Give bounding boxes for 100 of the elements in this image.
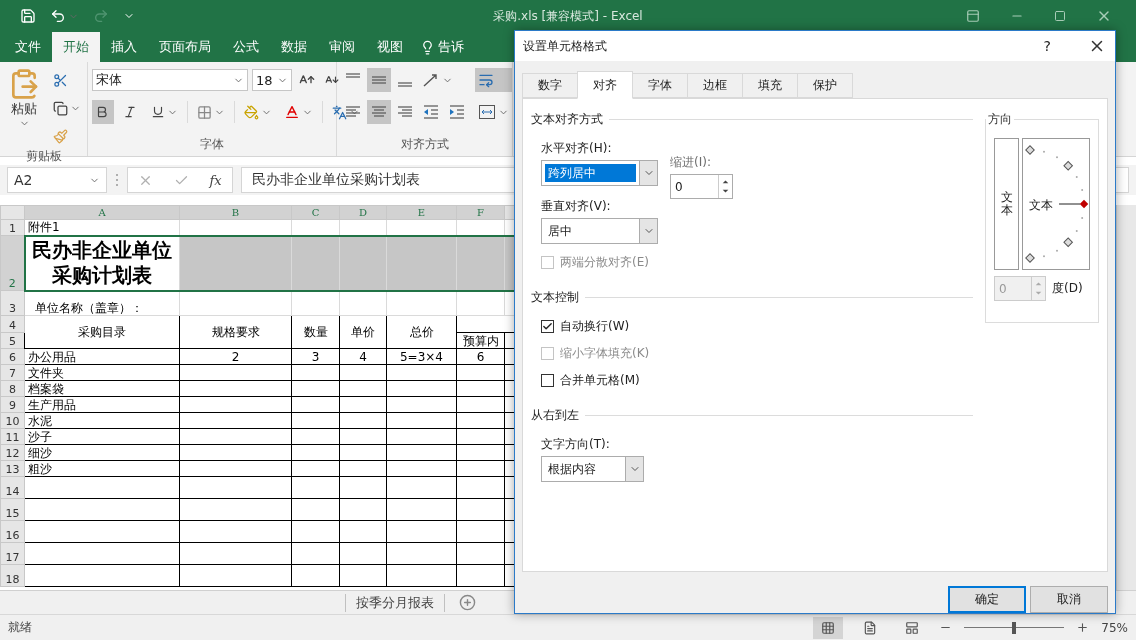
- zoom-in-icon[interactable]: [1076, 621, 1090, 634]
- ribbon-tab[interactable]: 插入: [100, 32, 148, 62]
- dialog-tab[interactable]: 数字: [522, 73, 578, 98]
- ok-button[interactable]: 确定: [948, 586, 1026, 613]
- dialog-tab[interactable]: 保护: [797, 73, 853, 98]
- row-header[interactable]: 2: [0, 235, 25, 291]
- increase-indent-icon: [448, 103, 466, 121]
- row-header[interactable]: 18: [0, 564, 25, 587]
- horizontal-align-dropdown[interactable]: 跨列居中: [541, 160, 658, 186]
- ribbon-tab[interactable]: 公式: [222, 32, 270, 62]
- page-icon: [863, 620, 878, 635]
- grid-icon: [821, 620, 836, 635]
- ribbon-tab[interactable]: 页面布局: [148, 32, 222, 62]
- table-cell: 单位名称（盖章）：: [24, 290, 180, 316]
- column-header[interactable]: D: [339, 205, 387, 220]
- scissors-icon: [53, 72, 68, 88]
- dialog-tab[interactable]: 填充: [742, 73, 798, 98]
- table-cell: 民办非企业单位采购计划表: [24, 235, 180, 291]
- slanted-text-icon: [422, 72, 440, 88]
- field-label: 度(D): [1052, 280, 1083, 297]
- row-header[interactable]: 17: [0, 542, 25, 565]
- undo-icon[interactable]: [50, 8, 66, 24]
- italic-icon: [123, 105, 137, 119]
- page-break-icon: [905, 620, 920, 635]
- ribbon-tab[interactable]: 审阅: [318, 32, 366, 62]
- zoom-level[interactable]: 75%: [1101, 620, 1128, 635]
- normal-view-button[interactable]: [813, 616, 844, 639]
- dialog-tab[interactable]: 边框: [687, 73, 743, 98]
- column-header[interactable]: [504, 205, 515, 220]
- lightbulb-icon: [420, 39, 435, 55]
- align-lines-icon: [397, 82, 413, 87]
- group-label: 对齐方式: [399, 136, 450, 153]
- ribbon-tab[interactable]: 数据: [270, 32, 318, 62]
- row-header[interactable]: 14: [0, 476, 25, 499]
- insert-function-button[interactable]: fx: [209, 172, 222, 188]
- cancel-button[interactable]: 取消: [1030, 586, 1108, 613]
- highlighted-cell: [339, 235, 387, 291]
- save-icon[interactable]: [20, 8, 36, 24]
- column-header[interactable]: F: [456, 205, 505, 220]
- bold-button[interactable]: [92, 100, 114, 124]
- row-header[interactable]: 15: [0, 498, 25, 521]
- wrap-text-button[interactable]: [475, 68, 512, 92]
- add-sheet-icon[interactable]: [459, 594, 476, 611]
- copy-icon: [53, 100, 68, 116]
- bold-icon: [95, 105, 109, 119]
- font-name-dropdown[interactable]: 宋体: [92, 69, 248, 91]
- column-header[interactable]: E: [386, 205, 457, 220]
- table-cell: 规格要求: [179, 315, 292, 349]
- status-text: 就绪: [8, 619, 32, 636]
- underline-icon: [151, 105, 165, 119]
- zoom-thumb[interactable]: [1012, 621, 1017, 634]
- row-header[interactable]: 16: [0, 520, 25, 543]
- highlighted-cell: [386, 235, 457, 291]
- dialog-tab[interactable]: 对齐: [577, 71, 633, 99]
- checkbox-label: 缩小字体填充(K): [560, 345, 650, 362]
- sheet-tab[interactable]: 按季分月报表: [345, 593, 445, 612]
- align-lines-icon: [371, 76, 387, 84]
- font-size-dropdown[interactable]: 18: [252, 69, 292, 91]
- dialog-tab[interactable]: 字体: [632, 73, 688, 98]
- column-header[interactable]: C: [291, 205, 340, 220]
- ribbon-tab[interactable]: 视图: [366, 32, 414, 62]
- text-direction-dropdown[interactable]: 根据内容: [541, 456, 644, 482]
- orientation-dial[interactable]: 文本: [1022, 138, 1090, 270]
- group-label: 字体: [199, 136, 225, 153]
- group-label: 剪贴板: [24, 148, 63, 165]
- vertical-text-button[interactable]: 文本: [994, 138, 1019, 270]
- paste-button[interactable]: 粘贴: [4, 68, 44, 148]
- name-box[interactable]: A2: [7, 167, 107, 193]
- checkbox-label: 自动换行(W): [560, 318, 630, 335]
- indent-spinner[interactable]: 0: [670, 174, 733, 199]
- column-header[interactable]: A: [24, 205, 180, 220]
- horizontal-align-button[interactable]: [367, 100, 391, 124]
- wrap-text-icon: [478, 72, 494, 88]
- maximize-icon[interactable]: [1054, 10, 1066, 22]
- vertical-align-dropdown[interactable]: 居中: [541, 218, 658, 244]
- table-cell: 数量: [291, 315, 340, 349]
- field-label: 文字方向(T):: [541, 436, 611, 453]
- section-heading: 从右到左: [531, 407, 579, 424]
- font-color-icon: [284, 104, 300, 120]
- decrease-indent-icon: [422, 103, 440, 121]
- ribbon-tab[interactable]: 文件: [4, 32, 52, 62]
- vertical-align-button[interactable]: [367, 68, 391, 92]
- checkbox[interactable]: [541, 374, 554, 387]
- paint-bucket-icon: [244, 104, 259, 120]
- tell-me-field[interactable]: 告诉: [438, 38, 464, 56]
- column-header[interactable]: B: [179, 205, 292, 220]
- highlighted-cell: [504, 235, 515, 291]
- field-label: 垂直对齐(V):: [541, 198, 612, 215]
- row-header[interactable]: 3: [0, 290, 25, 316]
- field-label: 缩进(I):: [670, 154, 712, 171]
- align-lines-icon: [397, 106, 413, 117]
- help-button[interactable]: ?: [1043, 38, 1051, 54]
- field-label: 水平对齐(H):: [541, 140, 613, 157]
- paintbrush-icon: [53, 128, 68, 144]
- highlighted-cell: [456, 235, 505, 291]
- table-cell: 单价: [339, 315, 387, 349]
- ribbon-display-icon[interactable]: [966, 9, 980, 23]
- ribbon-tab[interactable]: 开始: [52, 32, 100, 62]
- vertical-scrollbar[interactable]: [1116, 205, 1136, 590]
- checkbox[interactable]: [541, 320, 554, 333]
